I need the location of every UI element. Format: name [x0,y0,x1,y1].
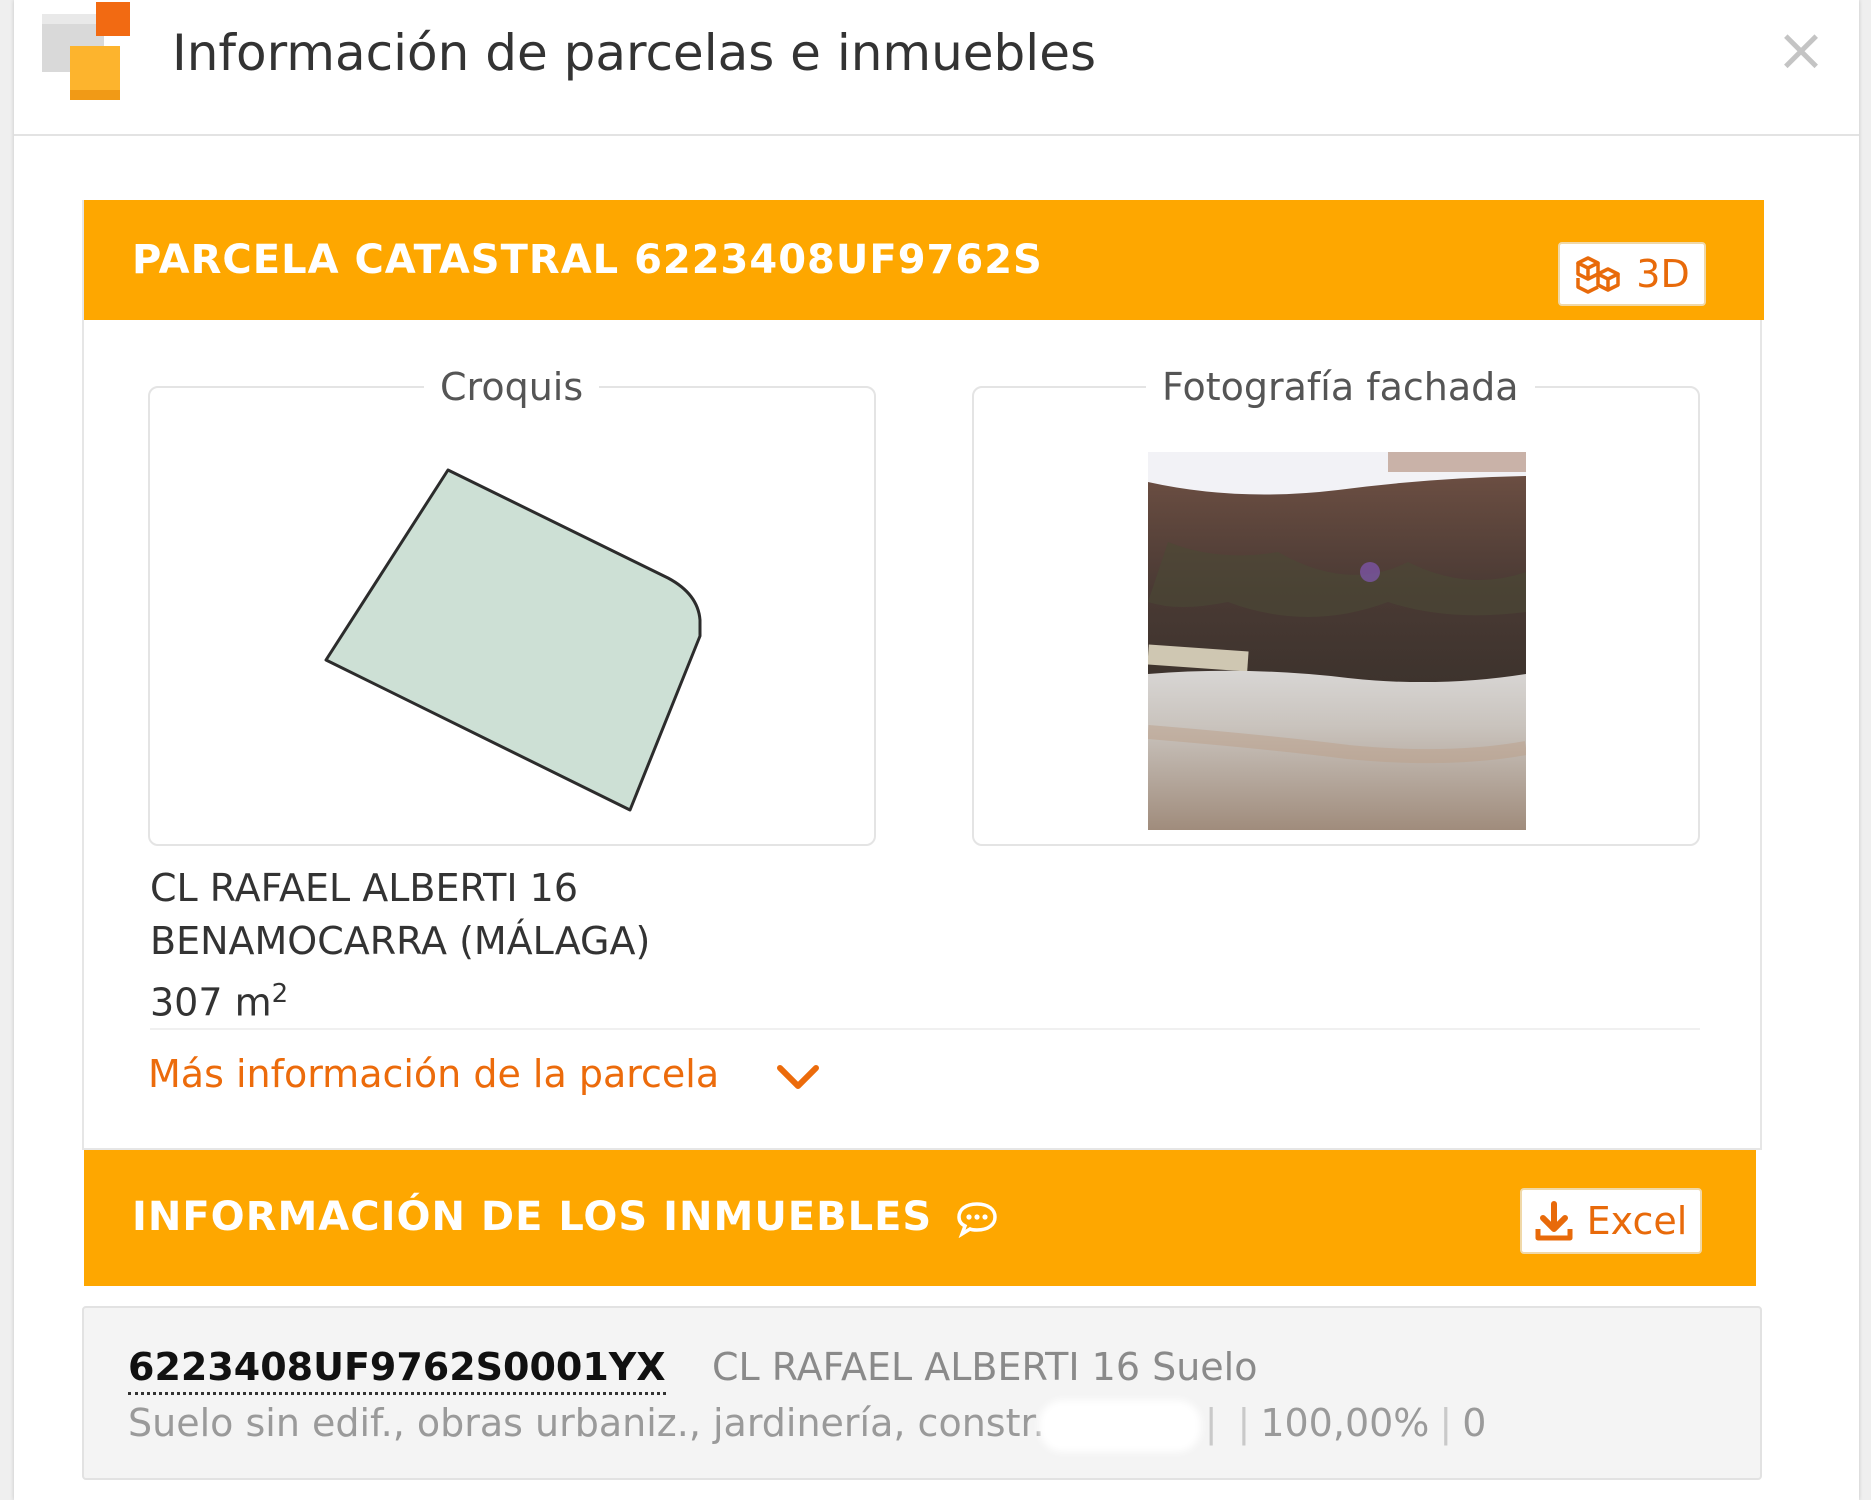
redacted-area [1044,1405,1195,1446]
property-row: 6223408UF9762S0001YX CL RAFAEL ALBERTI 1… [82,1306,1762,1480]
parcel-section: PARCELA CATASTRAL 6223408UF9762S 3D Croq… [82,200,1764,1150]
more-info-link[interactable]: Más información de la parcela [148,1048,821,1100]
parcel-address-street: CL RAFAEL ALBERTI 16 [150,866,579,910]
properties-header-bar: INFORMACIÓN DE LOS INMUEBLES Excel [84,1150,1756,1286]
view-3d-label: 3D [1636,252,1690,296]
facade-photo [1148,452,1526,830]
property-details: Suelo sin edif., obras urbaniz., jardine… [128,1398,1486,1448]
properties-title: INFORMACIÓN DE LOS INMUEBLES [132,1192,999,1242]
dialog-title: Información de parcelas e inmuebles [172,24,1096,82]
excel-button[interactable]: Excel [1520,1188,1702,1254]
view-3d-button[interactable]: 3D [1558,242,1706,306]
photo-box: Fotografía fachada [972,362,1700,846]
dialog-header: Información de parcelas e inmuebles × [14,0,1859,136]
property-use: Suelo sin edif., obras urbaniz., jardine… [128,1401,1045,1445]
speech-bubble-icon[interactable] [955,1200,999,1239]
parcel-header-bar: PARCELA CATASTRAL 6223408UF9762S 3D [84,200,1764,320]
photo-legend: Fotografía fachada [1146,362,1535,412]
properties-title-text: INFORMACIÓN DE LOS INMUEBLES [132,1194,933,1240]
more-info-label: Más información de la parcela [148,1052,720,1096]
download-icon [1535,1201,1573,1241]
sketch-box: Croquis [148,362,876,846]
cadastral-reference-link[interactable]: 6223408UF9762S0001YX [128,1342,666,1395]
excel-label: Excel [1586,1199,1688,1243]
separator: | [1204,1401,1218,1445]
address-divider [150,1028,1700,1030]
parcel-area-value: 307 m [150,980,272,1025]
catastro-logo-icon [42,2,130,100]
parcel-title: PARCELA CATASTRAL 6223408UF9762S [132,237,1043,283]
parcel-sketch-image [324,468,702,812]
separator: | [1237,1401,1251,1445]
chevron-down-icon [777,1064,820,1089]
separator: | [1439,1401,1453,1445]
property-percentage: 100,00% [1260,1401,1430,1445]
dialog: Información de parcelas e inmuebles × PA… [14,0,1859,1500]
parcel-address-city: BENAMOCARRA (MÁLAGA) [150,919,651,963]
property-year: 0 [1462,1401,1487,1445]
property-address: CL RAFAEL ALBERTI 16 Suelo [712,1345,1258,1389]
close-button[interactable]: × [1771,20,1831,80]
parcel-area-exponent: 2 [271,979,289,1009]
cubes-icon [1576,256,1621,294]
parcel-area: 307 m2 [150,968,288,1029]
